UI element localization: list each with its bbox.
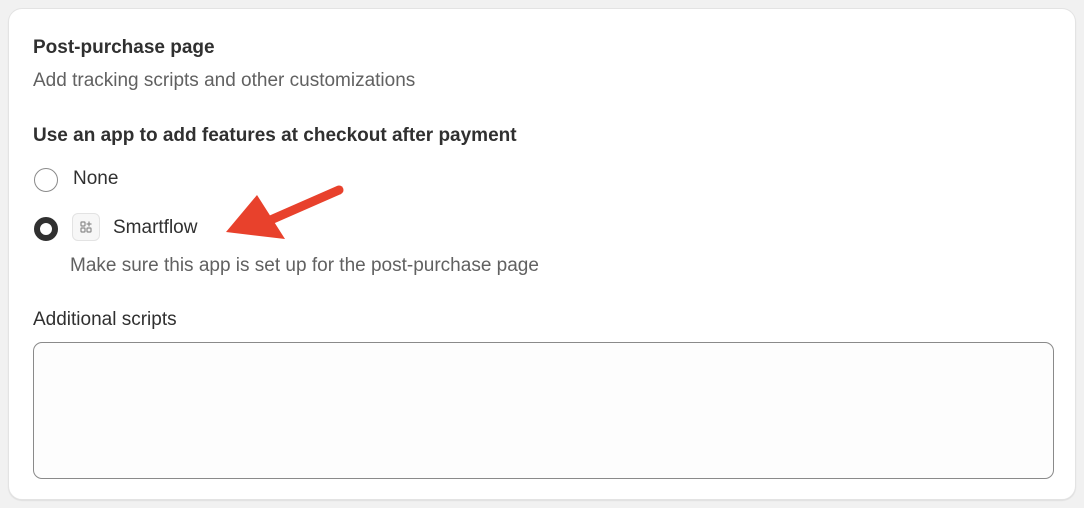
app-selection-label: Use an app to add features at checkout a… [33, 125, 517, 146]
card-title: Post-purchase page [33, 37, 215, 58]
post-purchase-card: Post-purchase page Add tracking scripts … [8, 8, 1076, 500]
additional-scripts-label: Additional scripts [33, 309, 177, 330]
radio-none-label[interactable]: None [73, 168, 118, 190]
card-subtitle: Add tracking scripts and other customiza… [33, 70, 416, 91]
app-help-text: Make sure this app is set up for the pos… [70, 255, 539, 276]
radio-smartflow[interactable] [34, 217, 58, 241]
radio-smartflow-label[interactable]: Smartflow [113, 217, 197, 239]
app-grid-icon [72, 213, 100, 241]
additional-scripts-textarea[interactable] [33, 342, 1054, 479]
radio-none[interactable] [34, 168, 58, 192]
